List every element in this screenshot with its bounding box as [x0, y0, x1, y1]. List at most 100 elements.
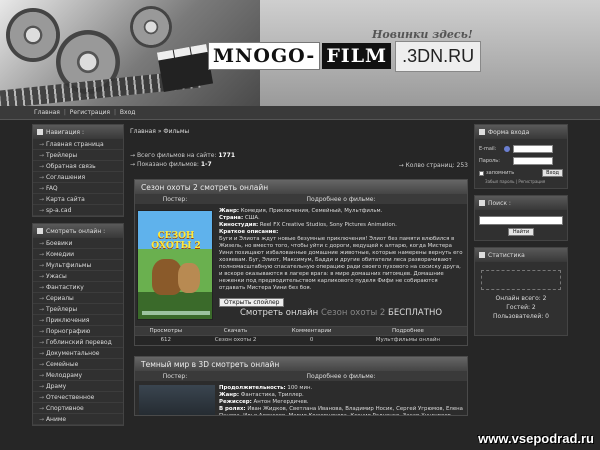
- nav-item-agreement[interactable]: Соглашения: [33, 172, 123, 183]
- search-input[interactable]: [479, 216, 563, 225]
- open-spoiler-button[interactable]: Открыть спойлер: [219, 298, 285, 307]
- poster-header: Постер:: [162, 372, 188, 380]
- deer-illustration: [178, 263, 200, 293]
- genre-item[interactable]: Мультфильмы: [33, 260, 123, 271]
- movie-card-body: СЕЗОН ОХОТЫ 2 Жанр: Комедия, Приключения…: [135, 204, 467, 326]
- comments-count[interactable]: 0: [274, 335, 349, 345]
- movie-poster[interactable]: СЕЗОН ОХОТЫ 2: [137, 210, 213, 320]
- movie-poster[interactable]: [139, 384, 215, 415]
- forgot-password-links[interactable]: Забыл пароль | Регистрация: [475, 179, 567, 188]
- counter-widget: [481, 270, 561, 290]
- login-button[interactable]: Вход: [542, 169, 563, 177]
- email-input[interactable]: [513, 145, 553, 153]
- genre-item[interactable]: Порнографию: [33, 326, 123, 337]
- watch-online-block-title: Смотреть онлайн :: [33, 224, 123, 238]
- genre-item[interactable]: Мелодраму: [33, 370, 123, 381]
- genre-item[interactable]: Гоблинский перевод: [33, 337, 123, 348]
- movie-counts: → Всего фильмов на сайте: 1771 → Показан…: [130, 151, 468, 169]
- genre-item[interactable]: Ужасы: [33, 271, 123, 282]
- genre-item[interactable]: Фантастику: [33, 282, 123, 293]
- top-nav-register[interactable]: Регистрация: [70, 109, 110, 116]
- nav-item-spacad[interactable]: sp-a.cad: [33, 205, 123, 216]
- logo-mnogo: MNOGO-: [208, 42, 321, 70]
- right-sidebar: Форма входа E-mail: Пароль: запомнить Вх…: [474, 124, 568, 342]
- logo-film: FILM: [322, 43, 392, 69]
- cast-value: Иван Жидков, Светлана Иванова, Владимир …: [219, 405, 463, 416]
- statistics-block: Статистика Онлайн всего: 2 Гостей: 2 Пол…: [474, 247, 568, 336]
- genre-value: Комедия, Приключения, Семейный, Мультфил…: [240, 208, 383, 214]
- password-row: Пароль:: [475, 155, 567, 167]
- summary-text: Буги и Элиота ждут новые безумные приклю…: [219, 236, 463, 291]
- stats-users: Пользователей: 0: [493, 313, 549, 320]
- genre-item[interactable]: Аниме: [33, 414, 123, 425]
- director-label: Режиссер:: [219, 398, 252, 405]
- poster-title: СЕЗОН ОХОТЫ 2: [151, 231, 201, 251]
- movie-card-body: Продолжительность: 100 мин. Жанр: Фантас…: [135, 381, 467, 416]
- shown-movies-line: → Показано фильмов: 1-7: [130, 161, 212, 168]
- total-movies-value: 1771: [218, 152, 236, 159]
- site-logo[interactable]: MNOGO- FILM .3DN.RU: [208, 38, 482, 74]
- nav-item-trailers[interactable]: Трейлеры: [33, 150, 123, 161]
- top-nav-home[interactable]: Главная: [34, 109, 60, 116]
- watch-online-block: Смотреть онлайн : Боевики Комедии Мультф…: [32, 223, 124, 426]
- main-content: Главная » Фильмы → Всего фильмов на сайт…: [130, 124, 468, 416]
- film-reel-icon: [6, 8, 60, 62]
- nav-item-faq[interactable]: FAQ: [33, 183, 123, 194]
- clapperboard-icon: [156, 43, 214, 93]
- genre-item[interactable]: Документальное: [33, 348, 123, 359]
- nav-item-feedback[interactable]: Обратная связь: [33, 161, 123, 172]
- watch-online-link[interactable]: Смотреть онлайн Сезон охоты 2 БЕСПЛАТНО: [219, 309, 463, 318]
- site-header: Новинки здесь! MNOGO- FILM .3DN.RU: [0, 0, 600, 106]
- counts-left: → Всего фильмов на сайте: 1771 → Показан…: [130, 151, 235, 169]
- poster-header: Постер:: [162, 196, 188, 203]
- comments-header: Комментарии: [274, 326, 349, 336]
- block-bullet-icon: [479, 200, 485, 206]
- total-movies-line: → Всего фильмов на сайте: 1771: [130, 152, 236, 159]
- genre-item[interactable]: Боевики: [33, 238, 123, 249]
- genre-item[interactable]: Сериалы: [33, 293, 123, 304]
- nav-item-home[interactable]: Главная страница: [33, 139, 123, 150]
- download-link[interactable]: Сезон охоты 2: [196, 335, 275, 345]
- navigation-title-text: Навигация :: [46, 128, 84, 136]
- left-sidebar: Навигация : Главная страница Трейлеры Об…: [32, 124, 124, 432]
- category-link[interactable]: Мультфильмы онлайн: [348, 335, 467, 345]
- login-block-title: Форма входа: [475, 125, 567, 139]
- pages-count: → Колво страниц: 253: [398, 162, 468, 169]
- navigation-block: Навигация : Главная страница Трейлеры Об…: [32, 124, 124, 217]
- navigation-block-title: Навигация :: [33, 125, 123, 139]
- top-nav-separator: |: [63, 109, 66, 116]
- shown-movies-value: 1-7: [200, 161, 212, 168]
- login-title-text: Форма входа: [488, 128, 530, 136]
- genre-item[interactable]: Спортивное: [33, 403, 123, 414]
- top-nav-login[interactable]: Вход: [120, 109, 136, 116]
- search-button[interactable]: Найти: [508, 228, 534, 236]
- genre-item[interactable]: Отечественное: [33, 392, 123, 403]
- top-nav-separator: |: [113, 109, 116, 116]
- genre-item[interactable]: Приключения: [33, 315, 123, 326]
- movie-title[interactable]: Темный мир в 3D смотреть онлайн: [135, 356, 467, 371]
- poster-cell: СЕЗОН ОХОТЫ 2: [135, 204, 215, 326]
- logo-domain: .3DN.RU: [395, 40, 482, 72]
- studio-value: Reel FX Creative Studios, Sony Pictures …: [259, 222, 397, 228]
- summary-label: Краткое описание:: [219, 229, 279, 235]
- genre-item[interactable]: Драму: [33, 381, 123, 392]
- country-label: Страна:: [219, 215, 244, 221]
- block-bullet-icon: [479, 129, 485, 135]
- film-reel-icon: [130, 6, 172, 48]
- movie-title[interactable]: Сезон охоты 2 смотреть онлайн: [135, 180, 467, 194]
- duration-label: Продолжительность:: [219, 384, 286, 391]
- email-row: E-mail:: [475, 143, 567, 155]
- nav-item-sitemap[interactable]: Карта сайта: [33, 194, 123, 205]
- genre-item[interactable]: Семейные: [33, 359, 123, 370]
- movie-card: Темный мир в 3D смотреть онлайн Постер: …: [134, 355, 468, 416]
- poster-cell: [135, 381, 215, 415]
- remember-checkbox[interactable]: [479, 170, 484, 176]
- movie-description: Продолжительность: 100 мин. Жанр: Фантас…: [215, 381, 467, 416]
- about-header: Подробнее о фильме:: [306, 372, 376, 380]
- genre-item[interactable]: Трейлеры: [33, 304, 123, 315]
- openid-icon[interactable]: [504, 146, 510, 152]
- breadcrumb[interactable]: Главная » Фильмы: [130, 124, 468, 139]
- movie-info-table: Просмотры Скачать Комментарии Подробнее …: [135, 326, 467, 345]
- genre-item[interactable]: Комедии: [33, 249, 123, 260]
- password-input[interactable]: [513, 157, 553, 165]
